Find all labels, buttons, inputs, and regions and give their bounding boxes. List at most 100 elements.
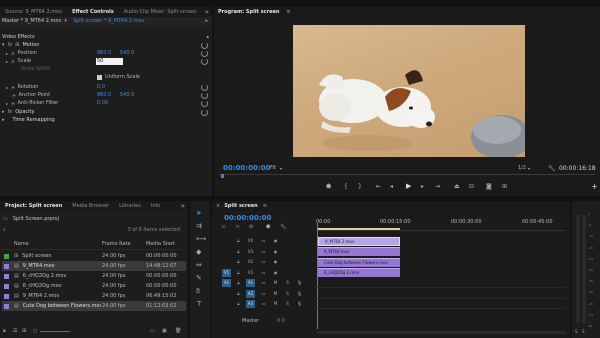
out-point-icon[interactable]: } — [358, 183, 362, 190]
solo-button-icon[interactable]: S — [283, 290, 292, 298]
list-view-icon[interactable]: ☰ — [13, 328, 17, 335]
motion-transform-icon[interactable]: ⊞ — [15, 42, 19, 49]
tab-effect-controls[interactable]: Effect Controls — [67, 7, 119, 17]
timeline-clip[interactable]: Cute Dog between Flowers.mov — [318, 257, 400, 267]
voiceover-mic-icon[interactable]: 🎙︎ — [295, 290, 304, 298]
timeline-clip[interactable]: 6_cHQ2Og 2.mov — [318, 268, 400, 277]
anchor-y-value[interactable]: 540.0 — [120, 92, 134, 98]
timeline-clip[interactable]: 9_MT64.mov — [318, 247, 400, 256]
timeline-ruler[interactable]: 00:00 00:00:15:00 00:00:30:00 00:00:45:0… — [316, 214, 566, 231]
resolution-dropdown[interactable]: 1/2 — [518, 165, 526, 171]
sync-lock-icon[interactable]: ▭ — [259, 300, 268, 308]
audio-track-lane[interactable] — [316, 297, 566, 299]
new-bin-icon[interactable]: ▭ — [150, 328, 155, 335]
fit-dropdown[interactable]: Fit — [270, 165, 276, 171]
track-select-tool-icon[interactable]: ⇉ — [196, 223, 202, 230]
tab-project[interactable]: Project: Split screen — [0, 201, 67, 211]
audio-track-header[interactable]: 🔒︎ A1 ▭ M S 🎙︎ A1 — [220, 278, 316, 288]
list-item[interactable]: ⊞ Split screen 24.00 fps 00:00:00:00 — [2, 251, 186, 261]
chevron-up-icon[interactable]: ▴ — [206, 34, 209, 41]
expand-arrow-icon[interactable]: ▸ — [0, 50, 8, 57]
wrench-icon[interactable]: 🔧︎ — [280, 224, 286, 231]
reset-icon[interactable] — [201, 49, 208, 57]
reset-icon[interactable] — [201, 41, 208, 49]
scale-input[interactable]: 50 — [96, 57, 123, 65]
uniform-scale-checkbox[interactable] — [97, 74, 102, 80]
razor-tool-icon[interactable]: ◆ — [196, 249, 201, 256]
expand-arrow-icon[interactable]: ▸ — [0, 117, 5, 124]
chevron-down-icon[interactable]: ▾ — [528, 165, 530, 172]
stopwatch-icon[interactable]: ◔ — [11, 84, 15, 91]
reset-icon[interactable] — [201, 83, 208, 91]
video-frame[interactable] — [293, 25, 525, 157]
lock-icon[interactable]: 🔒︎ — [234, 300, 243, 308]
extract-icon[interactable]: ⊟ — [469, 183, 474, 190]
timeline-timecode[interactable]: 00:00:00:00 — [224, 214, 271, 222]
video-track-header[interactable]: 🔒︎ V2 ▭ ◉ — [220, 257, 316, 267]
eye-icon[interactable]: ◉ — [271, 269, 280, 277]
video-track-header[interactable]: 🔒︎ V1 ▭ ◉ V1 — [220, 268, 316, 278]
type-tool-icon[interactable]: T — [197, 301, 201, 308]
source-patch-a1[interactable]: A1 — [222, 279, 231, 287]
program-timecode[interactable]: 00:00:00:00 — [223, 164, 270, 172]
tab-audio-clip-mixer[interactable]: Audio Clip Mixer: Split screen — [119, 7, 202, 17]
voiceover-mic-icon[interactable]: 🎙︎ — [295, 300, 304, 308]
column-frame-rate[interactable]: Frame Rate — [102, 241, 131, 247]
search-icon[interactable]: ⌕ — [3, 227, 6, 234]
fx-icon[interactable]: fx — [8, 42, 13, 49]
stopwatch-icon[interactable]: ◔ — [11, 50, 15, 57]
sync-lock-icon[interactable]: ▭ — [259, 279, 268, 287]
anchor-x-value[interactable]: 960.0 — [97, 92, 111, 98]
step-forward-icon[interactable]: ▸ — [421, 183, 424, 190]
timeline-title[interactable]: Split screen — [220, 201, 263, 211]
anti-flicker-value[interactable]: 0.00 — [97, 100, 108, 106]
go-to-out-icon[interactable]: ⇥ — [435, 183, 440, 190]
go-to-in-icon[interactable]: ⇤ — [376, 183, 381, 190]
zoom-out-icon[interactable]: ○ — [33, 328, 37, 335]
expand-arrow-icon[interactable]: ▸ — [0, 58, 8, 65]
lock-icon[interactable]: 🔒︎ — [234, 279, 243, 287]
column-media-start[interactable]: Media Start — [146, 241, 175, 247]
timeline-scrollbar[interactable] — [316, 331, 566, 334]
stopwatch-icon[interactable]: ◔ — [11, 58, 15, 65]
lock-icon[interactable]: 🔒︎ — [234, 258, 243, 266]
eye-icon[interactable]: ◉ — [271, 258, 280, 266]
program-monitor-title[interactable]: Program: Split screen — [214, 7, 284, 17]
motion-effect-row[interactable]: ▾ fx ⊞ Motion — [0, 41, 212, 49]
tab-libraries[interactable]: Libraries — [114, 201, 146, 211]
voiceover-mic-icon[interactable]: 🎙︎ — [295, 279, 304, 287]
source-patch-v1[interactable]: V1 — [222, 268, 231, 277]
panel-menu-icon[interactable]: ≡ — [263, 203, 267, 210]
lock-icon[interactable]: 🔒︎ — [234, 237, 243, 245]
list-item[interactable]: ▤ 6_cHQ2Og.mov 24.00 fps 00:00:00:00 — [2, 281, 186, 291]
solo-button-icon[interactable]: S — [582, 328, 585, 335]
eye-icon[interactable]: ◉ — [271, 248, 280, 256]
chevron-down-icon[interactable]: ▾ — [64, 18, 67, 25]
stopwatch-icon[interactable]: ◔ — [0, 92, 16, 99]
trash-icon[interactable]: 🗑︎ — [175, 328, 181, 335]
insert-sequence-icon[interactable]: ⊏ — [222, 224, 226, 231]
video-track-header[interactable]: 🔒︎ V3 ▭ ◉ — [220, 247, 316, 257]
video-track-header[interactable]: 🔒︎ V4 ▭ ◉ — [220, 236, 316, 246]
reset-icon[interactable] — [201, 91, 208, 99]
pen-tool-icon[interactable]: ✎ — [196, 275, 202, 282]
panel-menu-icon[interactable]: » — [181, 202, 185, 210]
add-marker-icon[interactable]: ⬟ — [266, 224, 270, 231]
lock-icon[interactable]: 🔒︎ — [234, 248, 243, 256]
scrub-playhead[interactable] — [221, 174, 224, 178]
lock-icon[interactable]: 🔒︎ — [234, 269, 243, 277]
reset-icon[interactable] — [201, 99, 208, 107]
sync-lock-icon[interactable]: ▭ — [259, 248, 268, 256]
sequence-clip-label[interactable]: Split screen * 9_MT64 2.mov — [73, 18, 145, 24]
eye-icon[interactable]: ◉ — [271, 237, 280, 245]
master-volume-value[interactable]: 0.0 — [277, 318, 285, 324]
timeline-clip[interactable]: 9_MT64 2.mov — [318, 236, 400, 246]
audio-track-lane[interactable] — [316, 287, 566, 288]
icon-view-icon[interactable]: ⊞ — [22, 328, 26, 335]
track-label[interactable]: V2 — [246, 258, 255, 266]
lift-icon[interactable]: ⏏ — [454, 183, 460, 190]
lock-icon[interactable]: 🔒︎ — [3, 328, 6, 335]
tab-media-browser[interactable]: Media Browser — [67, 201, 114, 211]
zoom-slider[interactable] — [40, 331, 70, 332]
solo-button-icon[interactable]: S — [283, 300, 292, 308]
